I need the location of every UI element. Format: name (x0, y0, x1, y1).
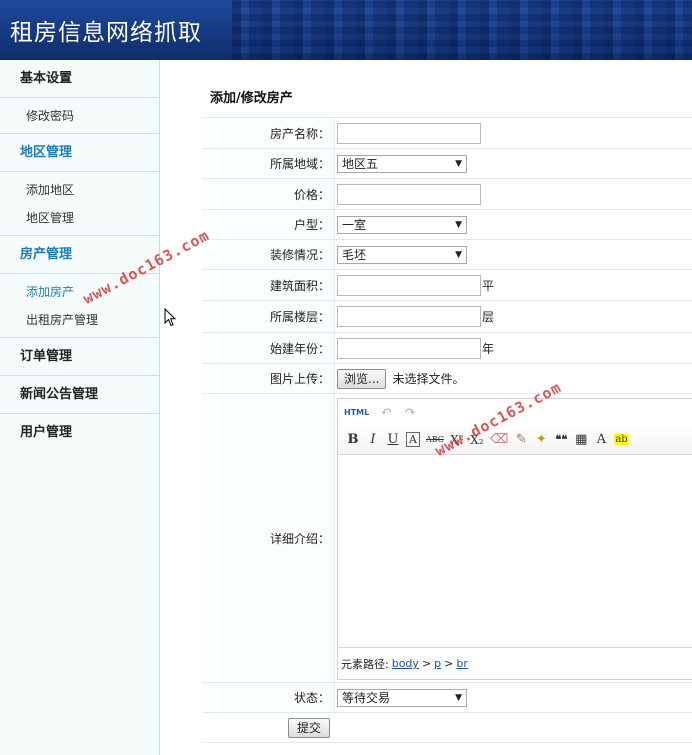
sidebar-item-region-manage[interactable]: 地区管理 (0, 204, 159, 232)
floor-input[interactable] (337, 306, 481, 327)
sidebar-group-news[interactable]: 新闻公告管理 (0, 376, 159, 414)
form-row-year: 始建年份： 年 (202, 333, 692, 364)
form-row-image: 图片上传： 浏览... 未选择文件。 (202, 364, 692, 394)
region-select[interactable]: 地区五 ▼ (337, 154, 467, 173)
form-row-floor: 所属楼层： 层 (202, 301, 692, 333)
html-source-icon[interactable]: HTML (344, 408, 369, 417)
layout-select-value: 一室 (342, 218, 367, 232)
element-path-label: 元素路径: (341, 657, 389, 671)
sidebar-block-region: 添加地区 地区管理 (0, 172, 159, 236)
layout-select[interactable]: 一室 ▼ (337, 215, 467, 234)
year-unit: 年 (482, 341, 495, 356)
blockquote-icon[interactable]: ❝❝ (554, 433, 568, 446)
auto-format-icon[interactable]: ✦ (534, 432, 548, 447)
path-link-br[interactable]: br (456, 657, 468, 670)
form-row-area: 建筑面积： 平 (202, 270, 692, 301)
floor-label: 所属楼层： (269, 310, 330, 324)
area-unit: 平 (482, 278, 495, 293)
form-row-decor: 装修情况： 毛坯 ▼ (202, 240, 692, 270)
chevron-down-icon: ▼ (455, 692, 462, 703)
sidebar-group-users[interactable]: 用户管理 (0, 414, 159, 452)
year-label: 始建年份： (269, 341, 330, 356)
image-label: 图片上传： (269, 372, 330, 386)
chevron-down-icon: ▼ (455, 249, 462, 260)
sidebar-item-rental-manage[interactable]: 出租房产管理 (0, 306, 159, 334)
status-select[interactable]: 等待交易 ▼ (337, 688, 467, 707)
area-label: 建筑面积： (269, 278, 330, 293)
year-input[interactable] (337, 337, 481, 359)
sidebar-item-add-region[interactable]: 添加地区 (0, 176, 159, 204)
highlight-icon[interactable]: ab (614, 434, 629, 445)
undo-icon[interactable]: ↶ (379, 404, 393, 420)
bold-icon[interactable]: B (346, 432, 360, 447)
sidebar-block-basic: 修改密码 (0, 98, 159, 134)
main-content: 添加/修改房产 房产名称： 所属地域： 地区五 ▼ 价格： 户型： 一室 ▼ 装修情… (161, 60, 692, 755)
property-form: 房产名称： 所属地域： 地区五 ▼ 价格： 户型： 一室 ▼ 装修情况： 毛坯 ▼ 建… (202, 117, 692, 743)
app-title: 租房信息网络抓取 (10, 20, 202, 46)
decor-select[interactable]: 毛坯 ▼ (337, 245, 467, 264)
italic-icon[interactable]: I (366, 432, 380, 447)
editor-toolbar-format: B I U A ABC X² X₂ ⌫ ✎ ✦ ❝❝ ▦ A ab (338, 425, 692, 455)
name-input[interactable] (337, 122, 481, 144)
mouse-cursor-icon (164, 308, 177, 327)
sidebar-item-change-password[interactable]: 修改密码 (0, 102, 159, 130)
path-link-body[interactable]: body (392, 657, 419, 670)
layout-label: 户型： (293, 218, 330, 232)
price-input[interactable] (337, 183, 481, 205)
price-label: 价格： (293, 187, 330, 202)
font-color-icon[interactable]: A (594, 432, 608, 447)
area-input[interactable] (337, 274, 481, 296)
submit-button[interactable]: 提交 (288, 717, 331, 738)
path-separator: > (421, 657, 432, 670)
sidebar-group-orders[interactable]: 订单管理 (0, 338, 159, 376)
eraser-icon[interactable]: ⌫ (490, 432, 508, 447)
element-path-bar: 元素路径: body > p > br (338, 647, 692, 679)
editor-body[interactable] (338, 456, 692, 647)
font-border-icon[interactable]: A (406, 432, 420, 447)
form-row-submit: 提交 (202, 713, 692, 743)
path-separator: > (444, 657, 454, 670)
browse-button[interactable]: 浏览... (337, 368, 387, 389)
sidebar: 基本设置 修改密码 地区管理 添加地区 地区管理 房产管理 添加房产 出租房产管… (0, 60, 160, 755)
file-status: 未选择文件。 (392, 372, 465, 386)
decor-select-value: 毛坯 (342, 248, 367, 262)
status-select-value: 等待交易 (342, 691, 391, 705)
underline-icon[interactable]: U (386, 432, 400, 447)
detail-label: 详细介绍： (269, 531, 330, 546)
chevron-down-icon: ▼ (455, 219, 462, 230)
form-row-price: 价格： (202, 179, 692, 210)
sidebar-group-region[interactable]: 地区管理 (0, 134, 159, 172)
form-row-layout: 户型： 一室 ▼ (202, 210, 692, 240)
format-brush-icon[interactable]: ✎ (514, 432, 528, 447)
form-row-status: 状态： 等待交易 ▼ (202, 683, 692, 713)
decor-label: 装修情况： (269, 248, 330, 262)
status-label: 状态： (293, 691, 330, 705)
sidebar-block-property: 添加房产 出租房产管理 (0, 274, 159, 338)
form-row-region: 所属地域： 地区五 ▼ (202, 149, 692, 179)
paste-text-icon[interactable]: ▦ (574, 432, 588, 447)
rich-text-editor: HTML ↶ ↷ B I U A ABC X² X₂ ⌫ ✎ ✦ ❝❝ ▦ A … (337, 398, 692, 680)
name-label: 房产名称： (269, 126, 330, 141)
redo-icon[interactable]: ↷ (403, 404, 417, 420)
form-row-name: 房产名称： (202, 118, 692, 149)
app-header: 租房信息网络抓取 (0, 0, 692, 60)
page-title: 添加/修改房产 (210, 91, 293, 106)
floor-unit: 层 (482, 310, 495, 324)
path-link-p[interactable]: p (434, 657, 441, 670)
chevron-down-icon: ▼ (455, 158, 462, 169)
region-select-value: 地区五 (342, 157, 379, 171)
sidebar-group-basic[interactable]: 基本设置 (0, 60, 159, 98)
region-label: 所属地域： (269, 157, 330, 171)
